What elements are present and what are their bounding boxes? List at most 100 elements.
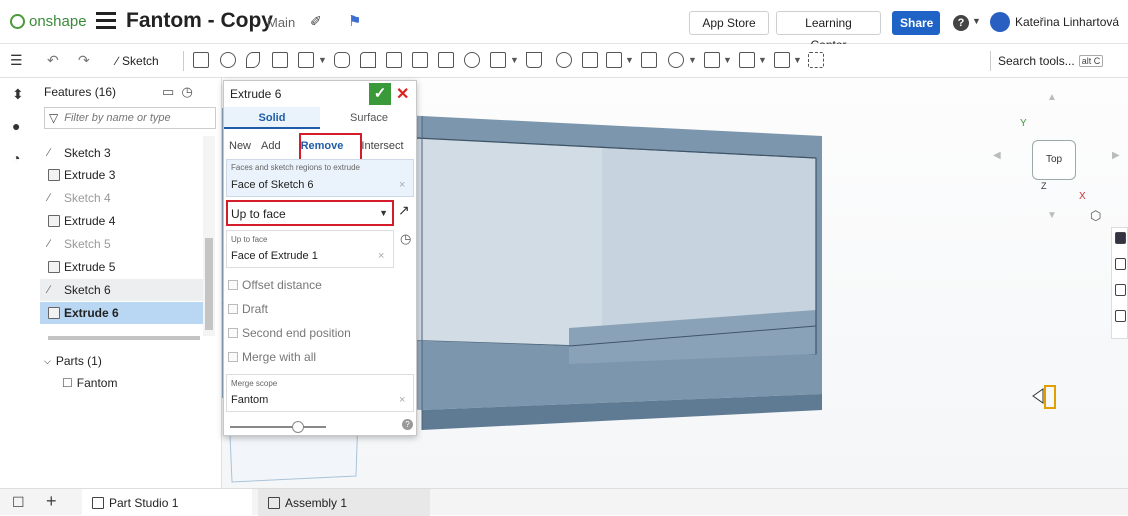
- slider-knob[interactable]: [292, 421, 304, 433]
- feature-list-scrollbar[interactable]: [203, 136, 215, 336]
- transform-tool-icon[interactable]: [606, 52, 622, 68]
- share-button[interactable]: Share: [892, 11, 940, 35]
- hamburger-menu-icon[interactable]: [96, 12, 116, 30]
- workspace-label[interactable]: Main: [267, 15, 295, 30]
- offset-distance-checkbox[interactable]: Offset distance: [228, 278, 322, 292]
- feature-item-extrude-5[interactable]: Extrude 5: [40, 256, 204, 278]
- chamfer-tool-icon[interactable]: [360, 52, 376, 68]
- second-end-position-checkbox[interactable]: Second end position: [228, 326, 351, 340]
- draft-checkbox[interactable]: Draft: [228, 302, 268, 316]
- confirm-check-icon[interactable]: ✓: [369, 83, 391, 105]
- clear-selection-icon[interactable]: ×: [399, 179, 405, 191]
- parts-section-header[interactable]: ⌵ Parts (1): [44, 354, 102, 368]
- section-view-icon[interactable]: [1115, 284, 1126, 296]
- feature-item-sketch-6[interactable]: ∕ Sketch 6: [40, 279, 204, 301]
- up-to-face-field[interactable]: Up to face Face of Extrude 1 ×: [226, 230, 394, 268]
- checkbox-box[interactable]: [228, 352, 238, 362]
- preview-slider[interactable]: [230, 421, 326, 433]
- search-tools-button[interactable]: Search tools... alt C: [998, 51, 1124, 71]
- modify-fillet-icon[interactable]: [668, 52, 684, 68]
- tab-part-studio-1[interactable]: Part Studio 1: [82, 489, 252, 516]
- chevron-down-icon[interactable]: ▼: [758, 55, 767, 65]
- folder-icon[interactable]: ▭: [162, 84, 174, 99]
- extrude-tool-icon[interactable]: [193, 52, 209, 68]
- document-title[interactable]: Fantom - Copy: [126, 9, 273, 33]
- merge-with-all-checkbox[interactable]: Merge with all: [228, 350, 316, 364]
- chevron-down-icon[interactable]: ▼: [723, 55, 732, 65]
- sketch-button[interactable]: ∕ Sketch: [112, 50, 163, 72]
- rotate-right-icon[interactable]: ▶: [1112, 150, 1120, 161]
- merge-scope-field[interactable]: Merge scope Fantom ×: [226, 374, 414, 412]
- view-cube-face[interactable]: Top: [1032, 140, 1076, 180]
- add-custom-feature-icon[interactable]: [808, 52, 824, 68]
- rollback-icon[interactable]: ◷: [182, 84, 193, 99]
- learning-center-button[interactable]: Learning Center: [776, 11, 881, 52]
- checkbox-box[interactable]: [228, 304, 238, 314]
- chevron-down-icon[interactable]: ▼: [793, 55, 802, 65]
- display-states-icon[interactable]: [1115, 310, 1126, 322]
- op-intersect[interactable]: Intersect: [356, 140, 408, 152]
- checkbox-box[interactable]: [228, 328, 238, 338]
- feature-item-extrude-3[interactable]: Extrude 3: [40, 164, 204, 186]
- sheet-metal-icon[interactable]: [774, 52, 790, 68]
- user-name[interactable]: Kateřina Linhartová: [1015, 15, 1119, 29]
- view-mode-icon[interactable]: ⬡: [1090, 208, 1101, 224]
- feature-item-extrude-4[interactable]: Extrude 4: [40, 210, 204, 232]
- feature-item-sketch-4[interactable]: ∕ Sketch 4: [40, 187, 204, 209]
- clear-selection-icon[interactable]: ×: [399, 394, 405, 406]
- thicken-tool-icon[interactable]: [298, 52, 314, 68]
- clear-selection-icon[interactable]: ×: [378, 250, 384, 262]
- draft-tool-icon[interactable]: [386, 52, 402, 68]
- op-add[interactable]: Add: [256, 140, 286, 152]
- feature-item-extrude-6[interactable]: Extrude 6: [40, 302, 204, 324]
- redo-icon[interactable]: ↷: [78, 52, 90, 69]
- horizontal-scrollbar[interactable]: [48, 336, 200, 340]
- rotate-down-icon[interactable]: ▼: [1047, 210, 1057, 221]
- end-type-dropdown[interactable]: Up to face ▼: [226, 200, 394, 226]
- rib-tool-icon[interactable]: [412, 52, 428, 68]
- rotate-left-icon[interactable]: ◀: [993, 150, 1001, 161]
- measure-icon[interactable]: [1115, 258, 1126, 270]
- chevron-down-icon[interactable]: ▼: [972, 16, 981, 26]
- chevron-down-icon[interactable]: ▼: [510, 55, 519, 65]
- graduation-cap-icon[interactable]: ⚑: [348, 12, 361, 30]
- app-store-button[interactable]: App Store: [689, 11, 769, 35]
- insert-feature-icon[interactable]: ⬍: [12, 86, 24, 103]
- onshape-logo[interactable]: onshape: [10, 13, 87, 30]
- tab-surface[interactable]: Surface: [320, 107, 418, 129]
- faces-selection-field[interactable]: Faces and sketch regions to extrude Face…: [226, 159, 414, 197]
- history-icon[interactable]: ◔: [12, 150, 20, 166]
- checkbox-box[interactable]: [228, 280, 238, 290]
- flip-direction-icon[interactable]: ↗: [398, 202, 410, 219]
- help-icon[interactable]: ?: [953, 15, 969, 31]
- feature-tree-toggle-icon[interactable]: ☰: [10, 52, 23, 69]
- tab-manager-icon[interactable]: ☐: [12, 494, 25, 511]
- feature-item-sketch-5[interactable]: ∕ Sketch 5: [40, 233, 204, 255]
- revolve-tool-icon[interactable]: [220, 52, 236, 68]
- surface-tool-icon[interactable]: [739, 52, 755, 68]
- boolean-tool-icon[interactable]: [556, 52, 572, 68]
- tab-solid[interactable]: Solid: [224, 107, 320, 129]
- undo-icon[interactable]: ↶: [47, 52, 59, 69]
- filter-box[interactable]: ▽: [44, 107, 216, 129]
- help-icon[interactable]: ?: [402, 419, 413, 430]
- extrude-manipulator[interactable]: [1031, 383, 1059, 414]
- add-tab-icon[interactable]: +: [46, 491, 57, 512]
- hole-tool-icon[interactable]: [464, 52, 480, 68]
- part-item-fantom[interactable]: ☐ Fantom: [62, 376, 117, 390]
- pattern-tool-icon[interactable]: [490, 52, 506, 68]
- comment-icon[interactable]: ●: [12, 118, 20, 134]
- plane-tool-icon[interactable]: [704, 52, 720, 68]
- avatar[interactable]: [990, 12, 1010, 32]
- chevron-down-icon[interactable]: ▼: [688, 55, 697, 65]
- sweep-tool-icon[interactable]: [246, 52, 260, 68]
- clock-icon[interactable]: ◷: [400, 231, 411, 247]
- cancel-x-icon[interactable]: ✕: [396, 84, 409, 104]
- tab-assembly-1[interactable]: Assembly 1: [258, 489, 430, 516]
- rotate-up-icon[interactable]: ▲: [1047, 92, 1057, 103]
- appearance-icon[interactable]: [1115, 232, 1126, 244]
- feature-item-sketch-3[interactable]: ∕ Sketch 3: [40, 142, 204, 164]
- shell-tool-icon[interactable]: [438, 52, 454, 68]
- mirror-tool-icon[interactable]: [526, 52, 542, 68]
- fillet-tool-icon[interactable]: [334, 52, 350, 68]
